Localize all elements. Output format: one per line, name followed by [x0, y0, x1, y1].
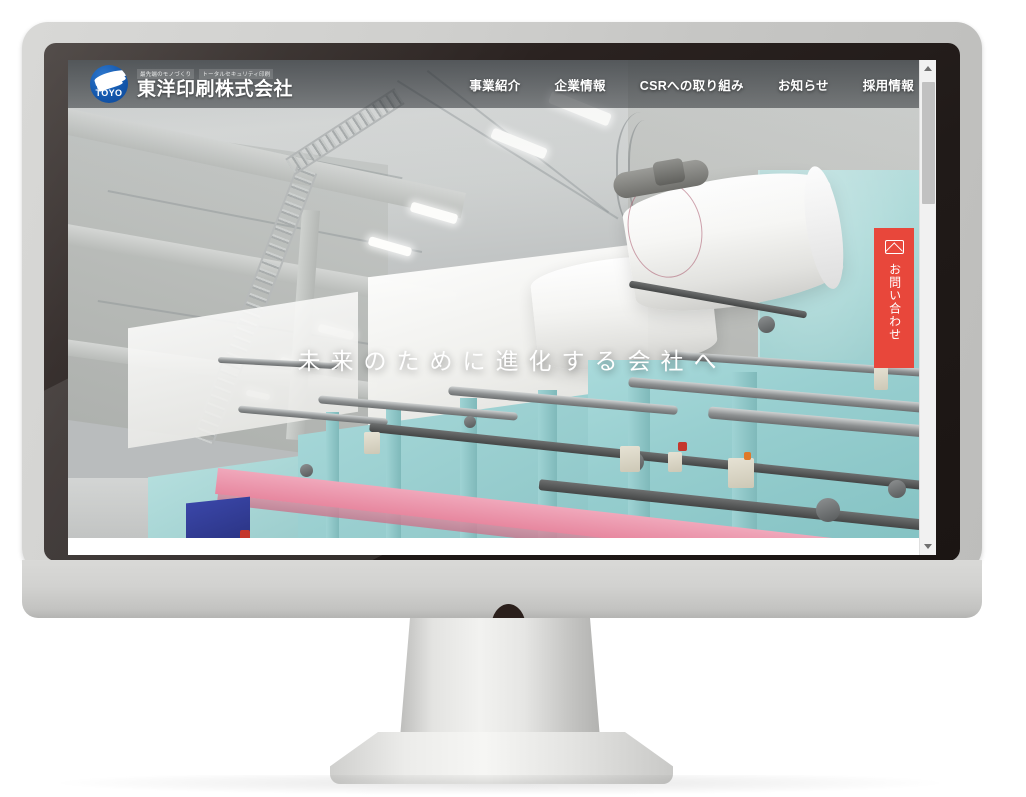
main-navigation: 事業紹介 企業情報 CSRへの取り組み お知らせ 採用情報 [469, 75, 914, 94]
hero-headline: 未来のために進化する会社へ [297, 349, 727, 374]
company-name: 東洋印刷株式会社 [137, 78, 294, 100]
scrollbar-thumb[interactable] [922, 82, 935, 204]
nav-item-csr[interactable]: CSRへの取り組み [640, 75, 744, 94]
scroll-up-button[interactable] [920, 60, 936, 77]
page-bottom-strip [68, 538, 936, 555]
scroll-down-button[interactable] [920, 538, 936, 555]
contact-tab-label: お問い合わせ [887, 263, 902, 341]
contact-tab[interactable]: お問い合わせ [874, 228, 914, 368]
brand-tagline-1: 最先端のモノづくり [137, 68, 195, 79]
nav-item-business[interactable]: 事業紹介 [469, 75, 520, 94]
nav-item-recruit[interactable]: 採用情報 [863, 75, 914, 94]
site-logo[interactable]: TOYO 最先端のモノづくり トータルセキュリティ印刷 東洋印刷株式会社 [90, 65, 293, 103]
browser-viewport: TOYO 最先端のモノづくり トータルセキュリティ印刷 東洋印刷株式会社 事業紹… [68, 60, 936, 555]
site-header: TOYO 最先端のモノづくり トータルセキュリティ印刷 東洋印刷株式会社 事業紹… [68, 60, 936, 108]
vertical-scrollbar[interactable] [919, 60, 936, 555]
hero-background-image [68, 60, 936, 538]
toyo-logo-text: TOYO [95, 88, 123, 98]
nav-item-news[interactable]: お知らせ [778, 75, 829, 94]
monitor-shadow [60, 775, 940, 795]
brand-tagline-2: トータルセキュリティ印刷 [199, 68, 274, 79]
desktop-monitor: TOYO 最先端のモノづくり トータルセキュリティ印刷 東洋印刷株式会社 事業紹… [0, 0, 1026, 797]
brand-taglines: 最先端のモノづくり トータルセキュリティ印刷 [137, 68, 293, 79]
nav-item-company[interactable]: 企業情報 [555, 75, 606, 94]
toyo-logo-icon: TOYO [90, 65, 128, 103]
monitor-stand-neck [400, 618, 600, 738]
envelope-icon [884, 240, 904, 254]
